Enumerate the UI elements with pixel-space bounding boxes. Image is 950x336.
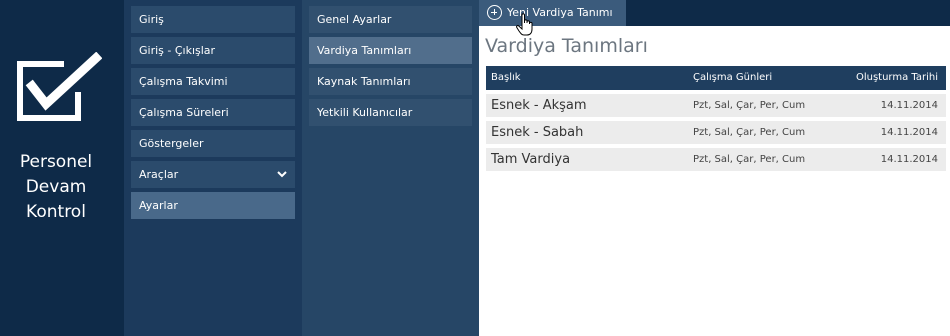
menu-item-calisma-sureleri[interactable]: Çalışma Süreleri	[131, 99, 295, 126]
app-title-line3: Kontrol	[26, 202, 86, 222]
submenu-item-genel-ayarlar[interactable]: Genel Ayarlar	[309, 6, 472, 33]
cell-created-date: 14.11.2014	[880, 100, 938, 111]
cell-working-days: Pzt, Sal, Çar, Per, Cum	[693, 127, 806, 138]
cell-title[interactable]: Esnek - Sabah	[491, 121, 583, 144]
checkbox-check-icon	[17, 52, 102, 121]
menu-item-gostergeler[interactable]: Göstergeler	[131, 130, 295, 157]
chevron-down-icon[interactable]	[277, 161, 287, 188]
top-bar: Yeni Vardiya Tanımı Ekle	[479, 0, 950, 44]
cell-working-days: Pzt, Sal, Çar, Per, Cum	[693, 100, 806, 111]
menu-item-ayarlar[interactable]: Ayarlar	[131, 192, 295, 219]
menu-item-araclar-label: Araçlar	[139, 168, 179, 181]
table-header: Başlık Çalışma Günleri Oluşturma Tarihi	[486, 66, 946, 90]
submenu-item-vardiya-tanimlari[interactable]: Vardiya Tanımları	[309, 37, 472, 64]
cell-title[interactable]: Tam Vardiya	[491, 148, 570, 171]
brand-panel: Personel Devam Kontrol	[0, 0, 124, 336]
column-header-working-days[interactable]: Çalışma Günleri	[693, 66, 772, 90]
cell-created-date: 14.11.2014	[880, 154, 938, 165]
page-title: Vardiya Tanımları	[485, 35, 648, 57]
add-shift-button[interactable]: Yeni Vardiya Tanımı Ekle	[479, 0, 626, 44]
cell-created-date: 14.11.2014	[880, 127, 938, 138]
table-row[interactable]: Esnek - Sabah Pzt, Sal, Çar, Per, Cum 14…	[486, 121, 946, 144]
table-row[interactable]: Tam Vardiya Pzt, Sal, Çar, Per, Cum 14.1…	[486, 148, 946, 171]
app-title-line1: Personel	[19, 152, 93, 172]
main-menu: Giriş Giriş - Çıkışlar Çalışma Takvimi Ç…	[124, 0, 302, 336]
hand-pointer-icon	[516, 13, 533, 36]
submenu-item-kaynak-tanimlari[interactable]: Kaynak Tanımları	[309, 68, 472, 95]
sub-menu: Genel Ayarlar Vardiya Tanımları Kaynak T…	[302, 0, 479, 336]
menu-item-araclar[interactable]: Araçlar	[131, 161, 295, 188]
cell-title[interactable]: Esnek - Akşam	[491, 94, 587, 117]
menu-item-calisma-takvimi[interactable]: Çalışma Takvimi	[131, 68, 295, 95]
submenu-item-yetkili-kullanicilar[interactable]: Yetkili Kullanıcılar	[309, 99, 472, 126]
app-title-line2: Devam	[25, 177, 87, 197]
main-content: Yeni Vardiya Tanımı Ekle Vardiya Tanımla…	[479, 0, 950, 336]
column-header-created-date[interactable]: Oluşturma Tarihi	[856, 66, 938, 90]
app-title: Personel Devam Kontrol	[0, 150, 112, 225]
column-header-title[interactable]: Başlık	[491, 66, 521, 90]
menu-item-giris[interactable]: Giriş	[131, 6, 295, 33]
cell-working-days: Pzt, Sal, Çar, Per, Cum	[693, 154, 806, 165]
menu-item-giris-cikislar[interactable]: Giriş - Çıkışlar	[131, 37, 295, 64]
table-row[interactable]: Esnek - Akşam Pzt, Sal, Çar, Per, Cum 14…	[486, 94, 946, 117]
shift-table: Başlık Çalışma Günleri Oluşturma Tarihi …	[486, 66, 946, 171]
plus-circle-icon	[487, 5, 502, 20]
